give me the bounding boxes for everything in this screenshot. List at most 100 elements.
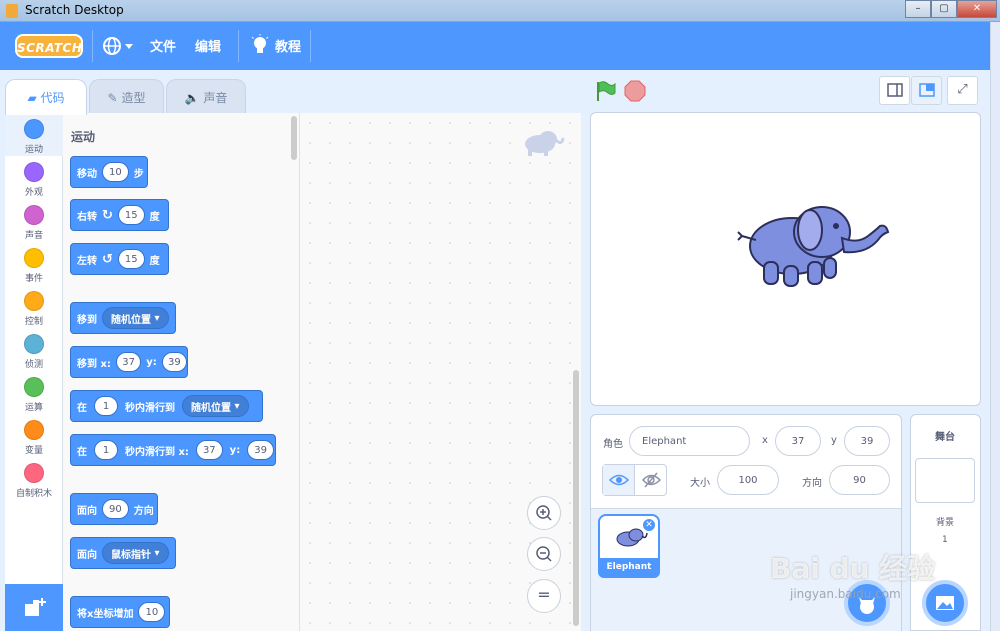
glide-dropdown[interactable]: 随机位置 ▾ [182, 395, 249, 417]
green-flag-button[interactable] [594, 80, 616, 102]
backdrop-thumbnail[interactable] [915, 458, 975, 503]
category-operators-dot [24, 377, 44, 397]
tab-sounds[interactable]: 🔈 声音 [166, 79, 246, 113]
tab-code[interactable]: ▰ 代码 [5, 79, 87, 115]
x-position-input[interactable]: 37 [775, 426, 821, 456]
normal-stage-button[interactable] [911, 76, 942, 105]
block-goto-xy[interactable]: 移到 x: 37 y: 39 [70, 346, 188, 378]
close-button[interactable]: ✕ [957, 0, 997, 18]
category-control[interactable]: 控制 [5, 291, 63, 327]
palette-section-title: 运动 [71, 130, 96, 144]
palette-scrollbar[interactable] [291, 116, 297, 160]
extension-icon [25, 598, 46, 616]
brush-icon: ✎ [107, 91, 118, 105]
workspace-scrollbar[interactable] [573, 370, 579, 626]
block-text: 步 [133, 168, 144, 180]
block-input[interactable]: 37 [195, 440, 223, 460]
tutorials-menu[interactable]: 教程 [250, 34, 306, 58]
block-input[interactable]: 90 [102, 499, 129, 519]
lightbulb-icon [251, 34, 269, 53]
block-text: 度 [149, 211, 160, 223]
category-motion[interactable]: 运动 [5, 113, 63, 156]
sprite-card-name: Elephant [598, 558, 660, 578]
block-text: 在 [77, 402, 87, 414]
tab-costumes[interactable]: ✎ 造型 [89, 79, 164, 113]
block-text: 在 [77, 446, 87, 458]
category-sound-label: 声音 [24, 231, 43, 241]
category-looks-label: 外观 [24, 188, 43, 198]
minimize-button[interactable]: – [905, 0, 931, 18]
size-input[interactable]: 100 [717, 465, 779, 495]
direction-input[interactable]: 90 [829, 465, 890, 495]
code-icon: ▰ [27, 91, 37, 105]
watermark-brand: Bai du 经验 [770, 552, 936, 585]
category-control-label: 控制 [24, 317, 43, 327]
app-icon [6, 4, 18, 18]
category-events[interactable]: 事件 [5, 248, 63, 284]
block-input[interactable]: 37 [115, 352, 142, 372]
stop-button[interactable] [624, 80, 646, 102]
sprite-thumbnail-elephant [525, 131, 565, 156]
edit-menu[interactable]: 编辑 [195, 36, 221, 55]
block-input[interactable]: 15 [117, 205, 145, 225]
block-input[interactable]: 39 [161, 352, 187, 372]
block-glide-to-xy[interactable]: 在 1 秒内滑行到 x: 37 y: 39 [70, 434, 276, 466]
block-text: y: [229, 444, 241, 456]
maximize-button[interactable]: ▢ [931, 0, 957, 18]
window-title: Scratch Desktop [25, 3, 124, 17]
category-sound[interactable]: 声音 [5, 205, 63, 241]
block-point-direction[interactable]: 面向 90 方向 [70, 493, 158, 525]
backdrop-label: 背景 [936, 518, 955, 528]
block-input[interactable]: 1 [94, 396, 118, 416]
category-sensing-dot [24, 334, 44, 354]
small-stage-button[interactable] [879, 76, 910, 105]
block-input[interactable]: 15 [117, 249, 145, 269]
zoom-out-button[interactable] [527, 537, 561, 571]
block-move-steps[interactable]: 移动 10 步 [70, 156, 148, 188]
zoom-in-button[interactable] [527, 496, 561, 530]
category-motion-label: 运动 [24, 145, 43, 155]
sprite-name-input[interactable]: Elephant [629, 426, 750, 456]
tab-code-label: 代码 [40, 91, 65, 105]
block-input[interactable]: 10 [102, 162, 129, 182]
dropdown-value: 鼠标指针 [111, 549, 151, 561]
block-input[interactable]: 39 [247, 440, 274, 460]
hide-sprite-button[interactable] [636, 465, 667, 495]
block-text: 度 [149, 255, 160, 267]
category-variables[interactable]: 变量 [5, 420, 63, 456]
sprite-label: 角色 [603, 439, 623, 450]
category-variables-label: 变量 [24, 446, 43, 456]
add-extension-button[interactable] [5, 584, 63, 631]
block-turn-right[interactable]: 右转 ↻ 15 度 [70, 199, 169, 231]
category-looks-dot [24, 162, 44, 182]
block-glide-to[interactable]: 在 1 秒内滑行到 随机位置 ▾ [70, 390, 263, 422]
y-position-input[interactable]: 39 [844, 426, 890, 456]
category-my-blocks[interactable]: 自制积木 [5, 463, 63, 499]
point-towards-dropdown[interactable]: 鼠标指针 ▾ [102, 542, 169, 564]
block-input[interactable]: 10 [138, 602, 166, 622]
block-text: 移到 x: [77, 358, 111, 370]
category-looks[interactable]: 外观 [5, 162, 63, 198]
block-turn-left[interactable]: 左转 ↺ 15 度 [70, 243, 169, 275]
file-menu[interactable]: 文件 [150, 36, 176, 55]
category-menu: 运动 外观 声音 事件 控制 侦测 运算 变量 自制积木 [5, 113, 63, 631]
block-goto[interactable]: 移到 随机位置 ▾ [70, 302, 176, 334]
goto-dropdown[interactable]: 随机位置 ▾ [102, 307, 169, 329]
block-text: 秒内滑行到 [125, 402, 175, 414]
block-text: 方向 [133, 505, 154, 517]
show-sprite-button[interactable] [603, 465, 635, 495]
elephant-sprite[interactable] [730, 196, 895, 292]
zoom-reset-button[interactable]: = [527, 579, 561, 613]
category-sensing[interactable]: 侦测 [5, 334, 63, 370]
scratch-logo[interactable]: SCRATCH [15, 34, 83, 58]
delete-sprite-button[interactable]: ✕ [642, 518, 656, 532]
block-point-towards[interactable]: 面向 鼠标指针 ▾ [70, 537, 176, 569]
stage-pane-title: 舞台 [935, 432, 955, 443]
language-menu[interactable] [102, 34, 134, 58]
rotate-clockwise-icon: ↻ [102, 207, 113, 223]
fullscreen-button[interactable]: ⤢ [947, 76, 978, 105]
category-operators[interactable]: 运算 [5, 377, 63, 413]
block-change-x[interactable]: 将x坐标增加 10 [70, 596, 170, 628]
block-input[interactable]: 1 [94, 440, 118, 460]
block-text: 秒内滑行到 x: [125, 446, 189, 458]
